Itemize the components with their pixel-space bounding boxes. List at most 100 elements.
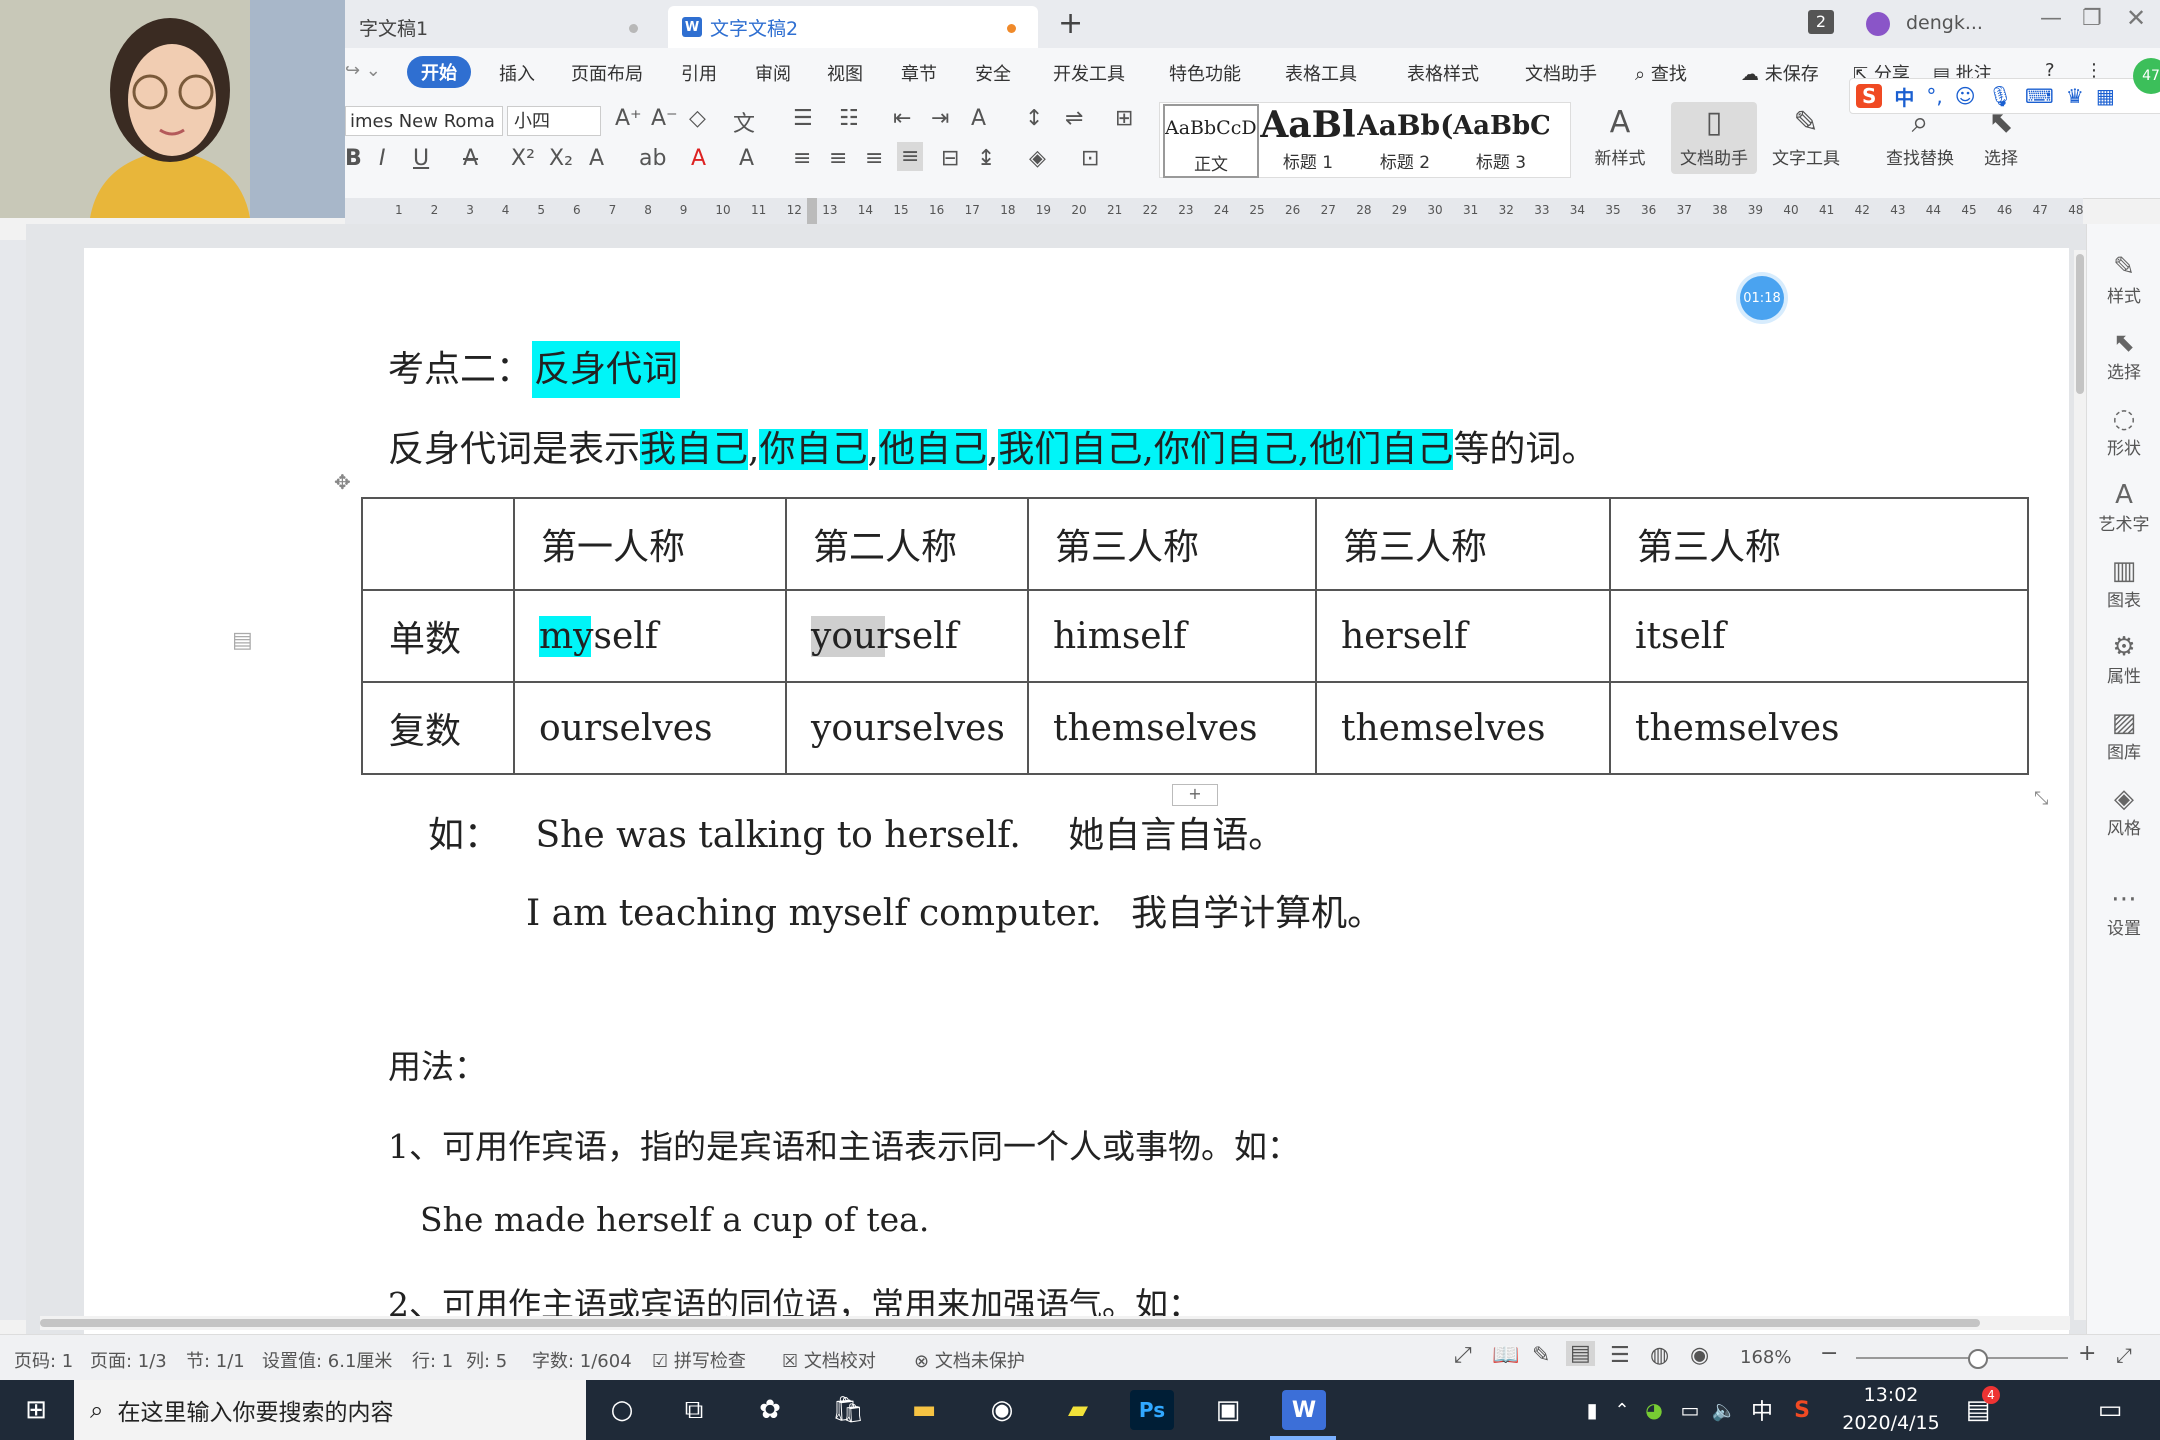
outline-view-icon[interactable]: ☰ [1610, 1343, 1630, 1368]
spell-check-button[interactable]: ☑ 拼写检查 [652, 1347, 746, 1373]
fullscreen-icon[interactable]: ⤢ [1454, 1343, 1472, 1368]
status-column[interactable]: 列: 5 [466, 1347, 507, 1373]
menu-table-style[interactable]: 表格样式 [1407, 60, 1479, 86]
distribute-icon[interactable]: ⊟ [941, 146, 959, 171]
menu-developer[interactable]: 开发工具 [1053, 60, 1125, 86]
menu-home[interactable]: 开始 [407, 56, 471, 88]
font-size-select[interactable]: 小四 [507, 106, 601, 136]
table-header-cell[interactable]: 第二人称 [785, 497, 1029, 591]
status-section[interactable]: 节: 1/1 [186, 1347, 245, 1373]
menu-view[interactable]: 视图 [827, 60, 863, 86]
sticky-notes-icon[interactable]: ▰ [1056, 1390, 1100, 1430]
align-left-icon[interactable]: ≡ [793, 146, 811, 171]
menu-insert[interactable]: 插入 [499, 60, 535, 86]
grow-font-icon[interactable]: A⁺ [615, 106, 642, 131]
avatar[interactable] [1866, 12, 1890, 36]
style-normal[interactable]: AaBbCcDc 正文 [1163, 104, 1259, 178]
style-heading-1[interactable]: AaBl 标题 1 [1259, 104, 1357, 174]
table-cell[interactable]: yourselves [785, 681, 1029, 775]
strikethrough-icon[interactable]: A [463, 146, 478, 171]
fit-page-icon[interactable]: ⤢ [2116, 1343, 2132, 1367]
archive-icon[interactable]: ▣ [1206, 1390, 1250, 1430]
menu-page-layout[interactable]: 页面布局 [571, 60, 643, 86]
subscript-icon[interactable]: X₂ [549, 146, 573, 171]
sidebar-item-settings[interactable]: ⋯ 设置 [2087, 884, 2160, 939]
status-row[interactable]: 行: 1 [412, 1347, 453, 1373]
paragraph-menu-icon[interactable]: ▤ [232, 628, 253, 653]
menu-review[interactable]: 审阅 [755, 60, 791, 86]
sidebar-item-styles[interactable]: ✎ 样式 [2087, 252, 2160, 307]
clear-format-icon[interactable]: ◇ [689, 106, 706, 131]
window-count-badge[interactable]: 2 [1808, 10, 1834, 34]
sidebar-item-properties[interactable]: ⚙ 属性 [2087, 632, 2160, 687]
style-heading-2[interactable]: AaBb( 标题 2 [1357, 104, 1453, 174]
numbering-icon[interactable]: ☷ [839, 106, 859, 131]
zoom-out-icon[interactable]: − [1820, 1341, 1838, 1366]
task-view-icon[interactable]: ⧉ [672, 1390, 716, 1430]
scrollbar-thumb[interactable] [2076, 254, 2084, 394]
tab-document-2[interactable]: W 文字文稿2 [668, 6, 1038, 48]
show-marks-icon[interactable]: ⇌ [1065, 106, 1083, 131]
horizontal-scrollbar[interactable] [40, 1316, 2070, 1330]
sidebar-item-gallery[interactable]: ▨ 图库 [2087, 708, 2160, 763]
font-family-select[interactable]: imes New Roma [345, 106, 503, 136]
zoom-slider[interactable] [1856, 1349, 2068, 1369]
superscript-icon[interactable]: X² [511, 146, 535, 171]
underline-icon[interactable]: U [413, 146, 429, 171]
table-cell[interactable]: themselves [1315, 681, 1611, 775]
status-word-count[interactable]: 字数: 1/604 [532, 1347, 632, 1373]
close-icon[interactable]: ✕ [2126, 4, 2146, 32]
sort-icon[interactable]: ↕ [1025, 106, 1043, 131]
zoom-level[interactable]: 168% [1740, 1347, 1791, 1368]
table-header-cell[interactable]: 第三人称 [1027, 497, 1317, 591]
table-cell[interactable]: myself [513, 589, 787, 683]
chrome-icon[interactable]: ◉ [980, 1390, 1024, 1430]
row-label-singular[interactable]: 单数 [361, 589, 515, 683]
bullets-icon[interactable]: ☰ [793, 106, 813, 131]
text-tools-button[interactable]: ✎ 文字工具 [1763, 102, 1849, 169]
sidebar-item-select[interactable]: ⬉ 选择 [2087, 328, 2160, 383]
italic-icon[interactable]: I [379, 146, 386, 171]
table-move-handle-icon[interactable]: ✥ [334, 470, 351, 494]
justify-icon[interactable]: ≡ [897, 142, 924, 171]
menu-references[interactable]: 引用 [681, 60, 717, 86]
document-page[interactable] [84, 248, 2069, 1338]
cortana-icon[interactable]: ○ [600, 1390, 644, 1430]
sidebar-item-wordart[interactable]: A 艺术字 [2087, 480, 2160, 535]
undo-redo-icon[interactable]: ↪ ⌄ [345, 60, 381, 81]
status-setting[interactable]: 设置值: 6.1厘米 [262, 1347, 392, 1373]
table-header-cell[interactable]: 第一人称 [513, 497, 787, 591]
shading-icon[interactable]: ◈ [1029, 146, 1046, 171]
windows-start-icon[interactable]: ⊞ [14, 1390, 58, 1430]
table-border-icon[interactable]: ⊞ [1115, 106, 1133, 131]
status-pages[interactable]: 页面: 1/3 [90, 1347, 167, 1373]
table-cell[interactable]: ourselves [513, 681, 787, 775]
user-name[interactable]: dengk... [1906, 12, 1983, 34]
decrease-indent-icon[interactable]: ⇤ [893, 106, 911, 131]
vertical-ruler[interactable] [0, 240, 26, 1320]
table-cell[interactable]: yourself [785, 589, 1029, 683]
doc-assistant-button[interactable]: ▯ 文档助手 [1671, 102, 1757, 174]
sidebar-item-shapes[interactable]: ◌ 形状 [2087, 404, 2160, 459]
line-spacing-icon[interactable]: ↨ [977, 146, 995, 171]
pronoun-table[interactable]: 第一人称 第二人称 第三人称 第三人称 第三人称 单数 myself yours… [361, 497, 2029, 775]
restore-icon[interactable]: ❐ [2082, 6, 2102, 31]
increase-indent-icon[interactable]: ⇥ [931, 106, 949, 131]
menu-doc-assistant[interactable]: 文档助手 [1525, 60, 1597, 86]
ime-indicator[interactable]: 中 [1740, 1390, 1784, 1430]
table-cell[interactable] [361, 497, 515, 591]
sidebar-item-chart[interactable]: ▥ 图表 [2087, 556, 2160, 611]
chinese-layout-icon[interactable]: A [971, 106, 986, 131]
store-icon[interactable]: 🛍 [826, 1390, 870, 1430]
scrollbar-thumb[interactable] [40, 1319, 1980, 1327]
minimize-icon[interactable]: — [2040, 6, 2062, 31]
bold-icon[interactable]: B [345, 146, 362, 171]
menu-security[interactable]: 安全 [975, 60, 1011, 86]
horizontal-ruler[interactable]: 1 2 3 4 5 6 7 8 9 10 11 12 13 14 15 16 17 18 19 20 21 22 23 24 2… [345, 198, 2083, 224]
style-heading-3[interactable]: AaBbC 标题 3 [1453, 104, 1549, 174]
pinwheel-app-icon[interactable]: ✿ [748, 1390, 792, 1430]
table-resize-icon[interactable]: ⤡ [2034, 788, 2048, 809]
phonetic-icon[interactable]: 文 [733, 106, 755, 138]
borders-icon[interactable]: ⊡ [1081, 146, 1099, 171]
sogou-tray-icon[interactable]: S [1780, 1390, 1824, 1430]
